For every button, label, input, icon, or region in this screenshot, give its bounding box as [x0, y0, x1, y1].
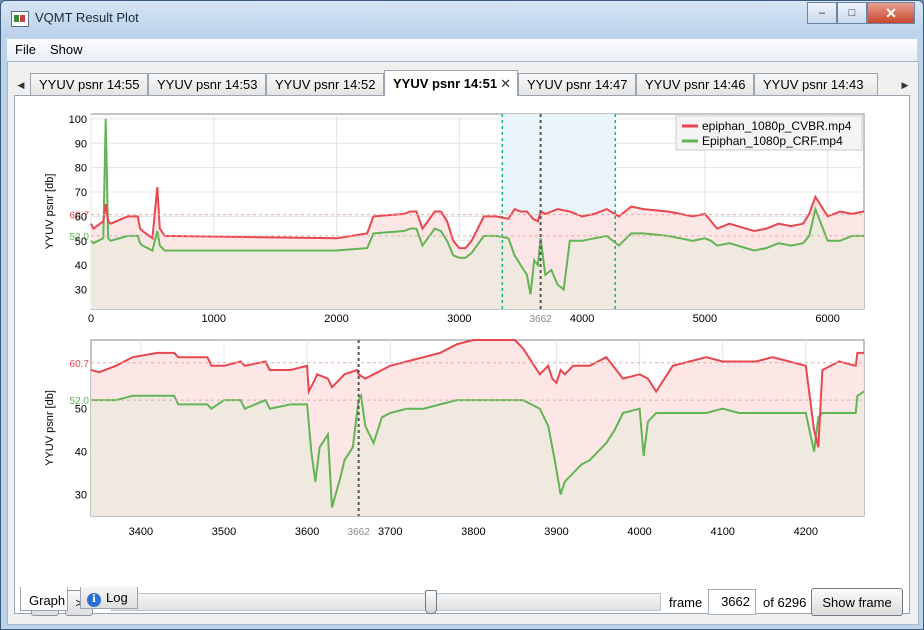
x-tick-label: 3400	[129, 526, 153, 536]
window-title: VQMT Result Plot	[35, 10, 139, 25]
tab-graph[interactable]: Graph	[20, 587, 68, 611]
client-area: ◀ YYUV psnr 14:55 YYUV psnr 14:53 YYUV p…	[7, 61, 919, 625]
tab-1455[interactable]: YYUV psnr 14:55	[30, 73, 148, 95]
app-icon	[11, 11, 29, 27]
tab-1451[interactable]: YYUV psnr 14:51 ✕	[384, 70, 518, 96]
menu-file[interactable]: File	[15, 42, 36, 57]
mean-label: 60.7	[70, 359, 90, 370]
window-controls: – □ ✕	[807, 2, 915, 24]
y-axis-label: YYUV psnr [db]	[44, 174, 56, 250]
tab-label: YYUV psnr 14:47	[527, 77, 628, 92]
info-icon: i	[87, 593, 101, 607]
tab-bar: ◀ YYUV psnr 14:55 YYUV psnr 14:53 YYUV p…	[14, 70, 914, 96]
y-tick-label: 80	[75, 163, 87, 175]
chart-2: 60.752.03040503400 3500 3600 3700 3800 3900 40…	[44, 339, 865, 536]
tab-scroll-right-icon[interactable]: ▶	[898, 76, 912, 94]
y-tick-label: 100	[69, 114, 87, 126]
x-tick-label: 4000	[570, 313, 594, 325]
x-tick-label: 1000	[202, 313, 226, 325]
tab-label: YYUV psnr 14:55	[39, 77, 140, 92]
y-tick-label: 90	[75, 138, 87, 150]
chart-1: 60.752.0304050607080901000 1000 2000 3000 40…	[44, 113, 865, 325]
x-tick-label: 3600	[295, 526, 319, 536]
graph-panel: 60.7 52.0 30 40 50 60 70 80 90 100 0 1000 2000 3000 40…	[14, 95, 910, 616]
frame-label: frame	[669, 595, 703, 610]
maximize-button[interactable]: □	[837, 2, 867, 24]
tab-graph-label: Graph	[29, 593, 66, 608]
tab-1447[interactable]: YYUV psnr 14:47	[518, 73, 636, 95]
x-tick-label: 5000	[693, 313, 717, 325]
show-frame-button[interactable]: Show frame	[811, 588, 903, 616]
tab-label: YYUV psnr 14:53	[157, 77, 258, 92]
x-tick-label: 3900	[544, 526, 568, 536]
y-tick-label: 70	[75, 187, 87, 199]
y-axis-label: YYUV psnr [db]	[44, 390, 56, 466]
menu-bar: File Show	[7, 39, 917, 61]
x-tick-label: 3000	[447, 313, 471, 325]
tab-label: YYUV psnr 14:51	[393, 76, 498, 91]
psnr-plot[interactable]: 60.752.0304050607080901000 1000 2000 3000 40…	[23, 104, 885, 536]
legend-label: epiphan_1080p_CVBR.mp4	[702, 119, 852, 133]
x-tick-label: 2000	[324, 313, 348, 325]
y-tick-label: 40	[75, 447, 87, 459]
title-bar: VQMT Result Plot – □ ✕	[1, 1, 923, 37]
tab-1443[interactable]: YYUV psnr 14:43	[754, 73, 878, 95]
y-tick-label: 50	[75, 236, 87, 248]
x-tick-label: 6000	[815, 313, 839, 325]
x-tick-label: 0	[88, 313, 94, 325]
frame-input[interactable]: 3662	[708, 589, 756, 615]
x-tick-label: 4200	[794, 526, 818, 536]
tab-label: YYUV psnr 14:52	[275, 77, 376, 92]
tab-label: YYUV psnr 14:46	[645, 77, 746, 92]
x-tick-label: 3500	[212, 526, 236, 536]
tab-log-label: Log	[106, 590, 128, 605]
tab-scroll-left-icon[interactable]: ◀	[14, 76, 28, 94]
menu-show[interactable]: Show	[50, 42, 83, 57]
tab-1452[interactable]: YYUV psnr 14:52	[266, 73, 384, 95]
y-tick-label: 30	[75, 285, 87, 297]
tab-1453[interactable]: YYUV psnr 14:53	[148, 73, 266, 95]
minimize-button[interactable]: –	[807, 2, 837, 24]
x-tick-label: 4100	[710, 526, 734, 536]
tab-log[interactable]: i Log	[80, 587, 138, 609]
y-tick-label: 50	[75, 404, 87, 416]
legend: epiphan_1080p_CVBR.mp4Epiphan_1080p_CRF.…	[675, 115, 863, 151]
cursor-label: 3662	[529, 314, 552, 325]
y-tick-label: 60	[75, 211, 87, 223]
slider-handle[interactable]	[424, 590, 437, 614]
tab-close-icon[interactable]: ✕	[500, 71, 511, 97]
bottom-tab-bar: Graph i Log	[20, 587, 220, 614]
legend-label: Epiphan_1080p_CRF.mp4	[702, 134, 843, 148]
tab-1446[interactable]: YYUV psnr 14:46	[636, 73, 754, 95]
tab-label: YYUV psnr 14:43	[763, 77, 864, 92]
cursor-label: 3662	[348, 527, 371, 536]
x-tick-label: 3700	[378, 526, 402, 536]
y-tick-label: 40	[75, 260, 87, 272]
app-window: VQMT Result Plot – □ ✕ File Show ◀ YYUV …	[0, 0, 924, 630]
y-tick-label: 30	[75, 490, 87, 502]
x-tick-label: 3800	[461, 526, 485, 536]
x-tick-label: 4000	[627, 526, 651, 536]
close-button[interactable]: ✕	[867, 2, 915, 24]
frame-count: of 6296	[763, 595, 807, 610]
